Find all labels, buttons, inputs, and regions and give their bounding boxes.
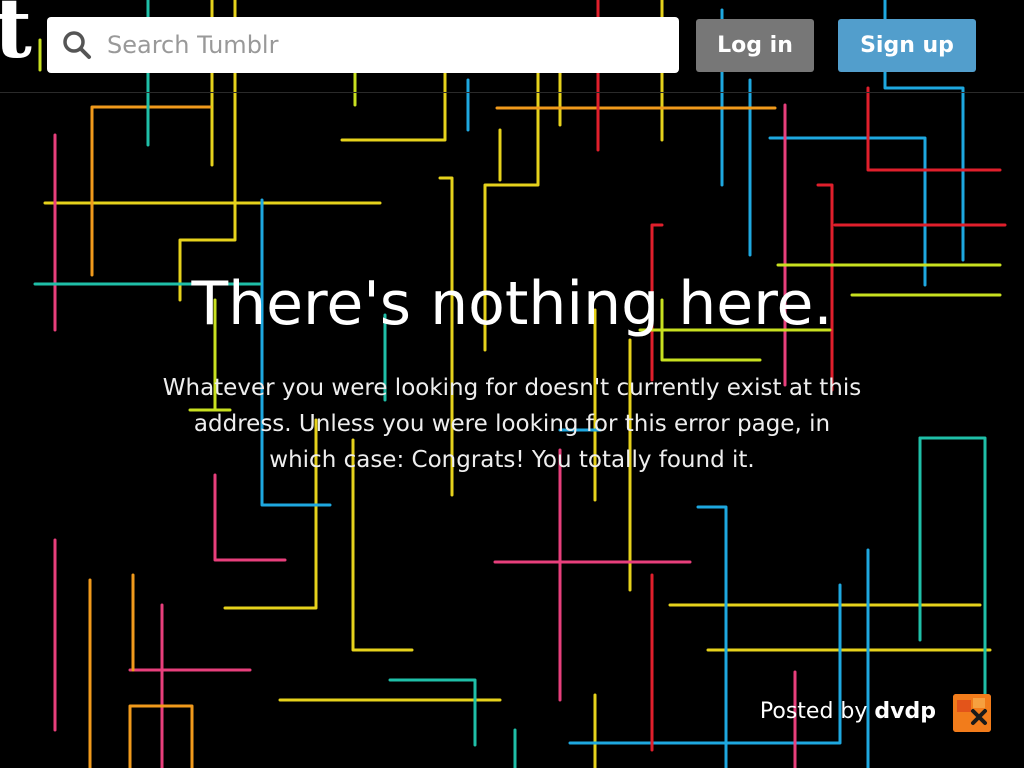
error-page: t Log in Sign up There's nothing here. W… <box>0 0 1024 768</box>
author-username-link[interactable]: dvdp <box>874 699 936 724</box>
error-message: Whatever you were looking for doesn't cu… <box>162 375 862 473</box>
search-icon <box>63 31 91 59</box>
tumblr-logo[interactable]: t <box>0 0 32 70</box>
posted-by-credit: Posted by dvdp <box>760 696 936 728</box>
error-title: There's nothing here. <box>191 269 833 339</box>
search-box[interactable] <box>47 17 679 73</box>
user-avatar-icon[interactable] <box>953 694 991 732</box>
top-navigation-bar: t Log in Sign up <box>0 0 1024 93</box>
posted-by-label: Posted by <box>759 699 875 724</box>
log-in-button[interactable]: Log in <box>696 19 814 72</box>
avatar-graphic <box>953 694 991 732</box>
sign-up-button[interactable]: Sign up <box>838 19 976 72</box>
search-input[interactable] <box>107 17 667 73</box>
